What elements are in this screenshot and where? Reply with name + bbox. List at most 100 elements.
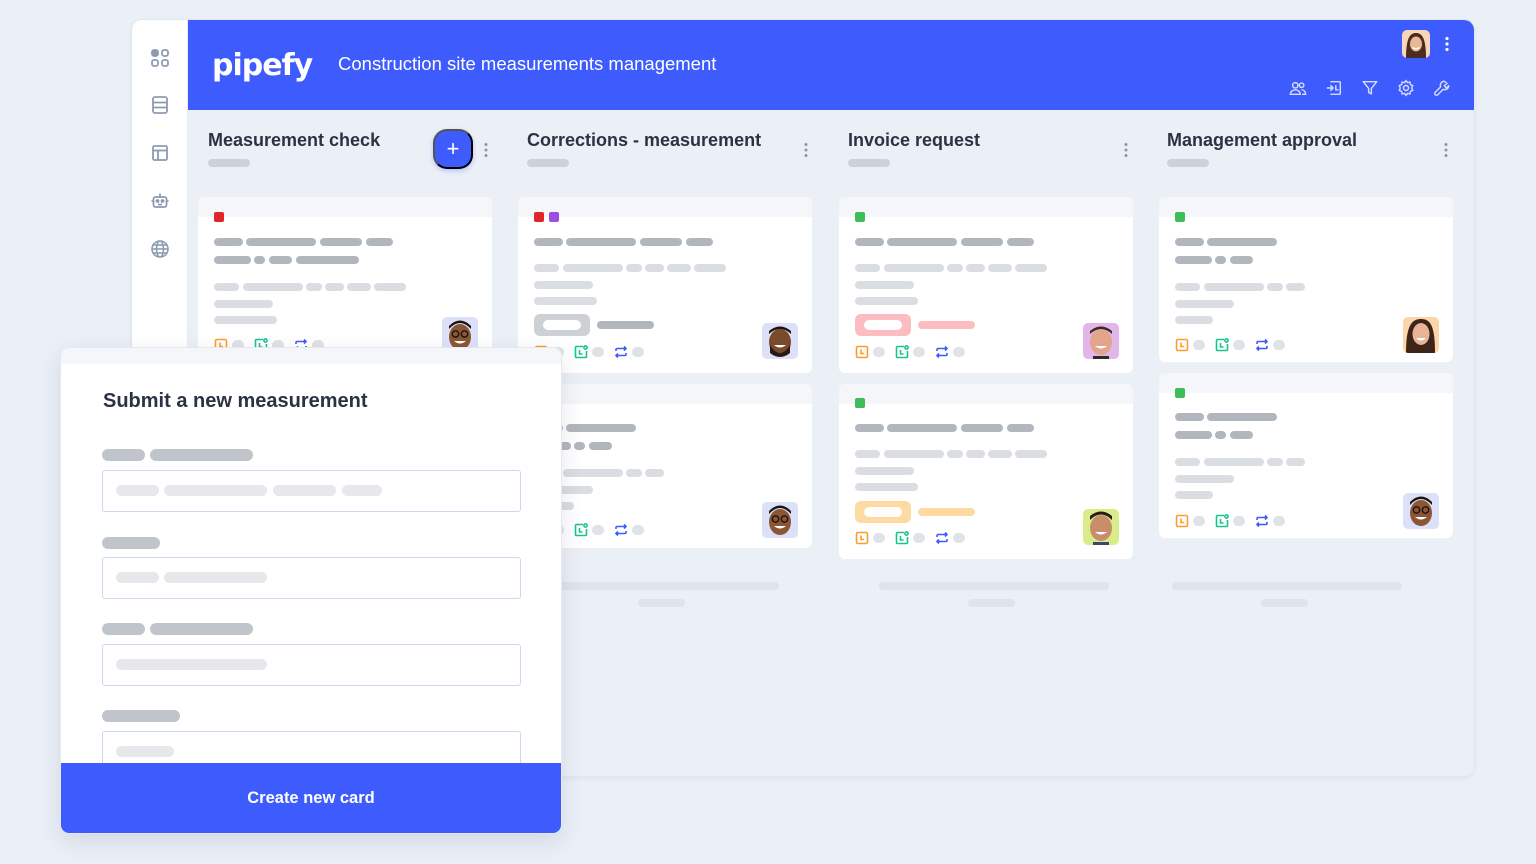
created-date-icon: [1215, 514, 1229, 528]
pipe-header: pipefy Construction site measurements ma…: [188, 20, 1474, 110]
assignee-avatar[interactable]: [762, 323, 798, 359]
assignee-avatar[interactable]: [1083, 509, 1119, 545]
phase-header-invoice-request: Invoice request: [848, 130, 980, 167]
kanban-card[interactable]: [518, 384, 812, 548]
assignee-avatar[interactable]: [762, 502, 798, 538]
label-green: [855, 398, 865, 408]
field-label: [102, 623, 145, 635]
column-footer-placeholder: [879, 582, 1109, 590]
repeat-icon: [935, 345, 949, 359]
created-date-icon: [574, 345, 588, 359]
assignee-avatar[interactable]: [1403, 317, 1439, 353]
card-tag: [855, 314, 911, 336]
kanban-card[interactable]: [839, 384, 1133, 559]
form-field-1-input[interactable]: [102, 470, 521, 512]
settings-gear-icon[interactable]: [1396, 78, 1416, 98]
label-green: [1175, 212, 1185, 222]
filter-icon[interactable]: [1360, 78, 1380, 98]
field-label: [102, 449, 145, 461]
database-icon[interactable]: [148, 93, 172, 117]
due-date-icon: [855, 345, 869, 359]
assignee-avatar[interactable]: [1403, 493, 1439, 529]
globe-icon[interactable]: [148, 237, 172, 261]
pipefy-logo[interactable]: pipefy: [212, 48, 313, 83]
phase-options-icon[interactable]: [1123, 142, 1129, 158]
label-red: [214, 212, 224, 222]
card-meta: [855, 345, 975, 359]
created-date-icon: [895, 345, 909, 359]
more-options-icon[interactable]: [1444, 36, 1450, 52]
field-label: [102, 710, 180, 722]
due-date-icon: [1175, 514, 1189, 528]
created-date-icon: [574, 523, 588, 537]
column-footer-placeholder: [1261, 599, 1308, 607]
import-icon[interactable]: [1324, 78, 1344, 98]
wrench-icon[interactable]: [1432, 78, 1452, 98]
repeat-icon: [935, 531, 949, 545]
card-labels: [855, 212, 865, 222]
kanban-card[interactable]: [1159, 197, 1453, 362]
apps-grid-icon[interactable]: [148, 46, 172, 70]
kanban-card[interactable]: [839, 197, 1133, 373]
repeat-icon: [1255, 514, 1269, 528]
phase-card-count: [1167, 159, 1209, 167]
repeat-icon: [614, 523, 628, 537]
form-field-2-input[interactable]: [102, 557, 521, 599]
robot-icon[interactable]: [148, 189, 172, 213]
phase-header-corrections: Corrections - measurement: [527, 130, 761, 167]
label-green: [855, 212, 865, 222]
create-new-card-button[interactable]: Create new card: [61, 763, 561, 833]
due-date-icon: [1175, 338, 1189, 352]
pipe-title: Construction site measurements managemen…: [338, 53, 717, 74]
card-meta: [855, 531, 975, 545]
card-tag: [855, 501, 911, 523]
column-footer-placeholder: [638, 599, 685, 607]
kanban-card[interactable]: [1159, 373, 1453, 538]
label-red: [534, 212, 544, 222]
card-meta: [1175, 514, 1295, 528]
phase-card-count: [208, 159, 250, 167]
card-labels: [855, 398, 865, 408]
due-date-icon: [855, 531, 869, 545]
members-icon[interactable]: [1288, 78, 1308, 98]
created-date-icon: [1215, 338, 1229, 352]
phase-title: Management approval: [1167, 130, 1358, 150]
phase-options-icon[interactable]: [803, 142, 809, 158]
card-tag: [534, 314, 590, 336]
assignee-avatar[interactable]: [1083, 323, 1119, 359]
phase-header-management-approval: Management approval: [1167, 130, 1357, 167]
repeat-icon: [1255, 338, 1269, 352]
phase-title: Measurement check: [208, 130, 381, 150]
label-green: [1175, 388, 1185, 398]
column-footer-placeholder: [1172, 582, 1402, 590]
kanban-card[interactable]: [198, 197, 492, 372]
field-label: [150, 449, 253, 461]
header-toolbar: [1288, 78, 1452, 98]
card-labels: [1175, 212, 1185, 222]
phase-card-count: [527, 159, 569, 167]
card-labels: [1175, 388, 1185, 398]
user-avatar[interactable]: [1402, 30, 1430, 58]
card-labels: [214, 212, 224, 222]
add-card-button[interactable]: +: [433, 129, 473, 169]
column-footer-placeholder: [559, 582, 779, 590]
layout-panel-icon[interactable]: [148, 141, 172, 165]
new-card-form: Submit a new measurement Create new card: [61, 348, 561, 833]
created-date-icon: [895, 531, 909, 545]
repeat-icon: [614, 345, 628, 359]
phase-header-measurement-check: Measurement check: [208, 130, 380, 167]
phase-card-count: [848, 159, 890, 167]
card-meta: [1175, 338, 1295, 352]
phase-options-icon[interactable]: [483, 142, 489, 158]
phase-title: Invoice request: [848, 130, 981, 150]
phase-title: Corrections - measurement: [527, 130, 762, 150]
card-labels: [534, 212, 559, 222]
field-label: [150, 623, 253, 635]
kanban-card[interactable]: [518, 197, 812, 373]
column-footer-placeholder: [968, 599, 1015, 607]
form-title: Submit a new measurement: [103, 390, 368, 412]
field-label: [102, 537, 160, 549]
label-purple: [549, 212, 559, 222]
phase-options-icon[interactable]: [1443, 142, 1449, 158]
form-field-3-input[interactable]: [102, 644, 521, 686]
